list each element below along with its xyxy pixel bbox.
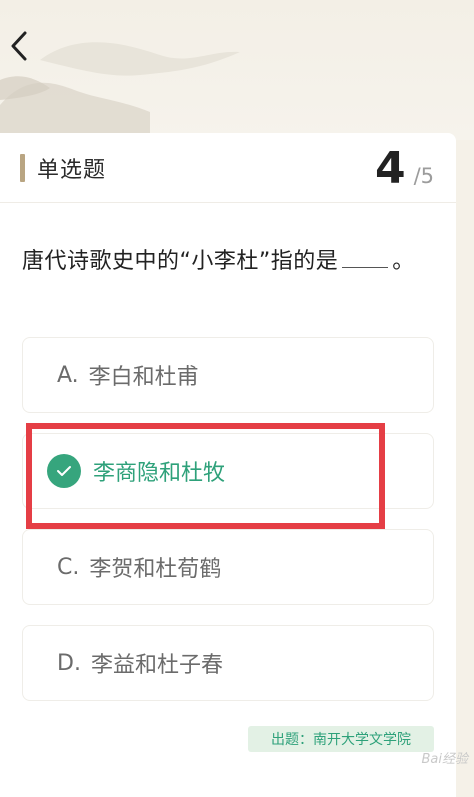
question-type-label: 单选题 [37, 158, 107, 183]
option-letter: A. [57, 362, 79, 388]
option-a[interactable]: A. 李白和杜甫 [22, 337, 434, 413]
question-text: 唐代诗歌史中的“小李杜”指的是 。 [22, 243, 442, 275]
answer-blank [342, 250, 389, 268]
question-stem: 唐代诗歌史中的“小李杜”指的是 [22, 249, 339, 274]
option-d[interactable]: D. 李益和杜子春 [22, 625, 434, 701]
question-end: 。 [392, 249, 415, 274]
option-text: 李益和杜子春 [90, 653, 223, 678]
option-text: 李贺和杜荀鹤 [89, 557, 222, 582]
back-button[interactable] [2, 28, 36, 64]
progress-current: 4 [374, 143, 406, 194]
option-c[interactable]: C. 李贺和杜荀鹤 [22, 529, 434, 605]
check-icon [47, 454, 81, 488]
type-marker [20, 154, 25, 182]
header-background [0, 0, 474, 140]
chevron-left-icon [11, 31, 27, 61]
mountain-decoration [0, 42, 240, 140]
watermark: Bai经验 [421, 752, 469, 767]
progress-indicator: 4 /5 [375, 143, 434, 195]
option-text: 李商隐和杜牧 [93, 461, 226, 486]
card-header: 单选题 4 /5 [0, 133, 456, 203]
option-text: 李白和杜甫 [88, 365, 199, 390]
source-tag: 出题：南开大学文学院 [248, 726, 434, 752]
option-b[interactable]: 李商隐和杜牧 [22, 433, 434, 509]
option-letter: C. [57, 554, 80, 580]
progress-total: /5 [413, 164, 434, 188]
option-letter: D. [57, 650, 81, 676]
